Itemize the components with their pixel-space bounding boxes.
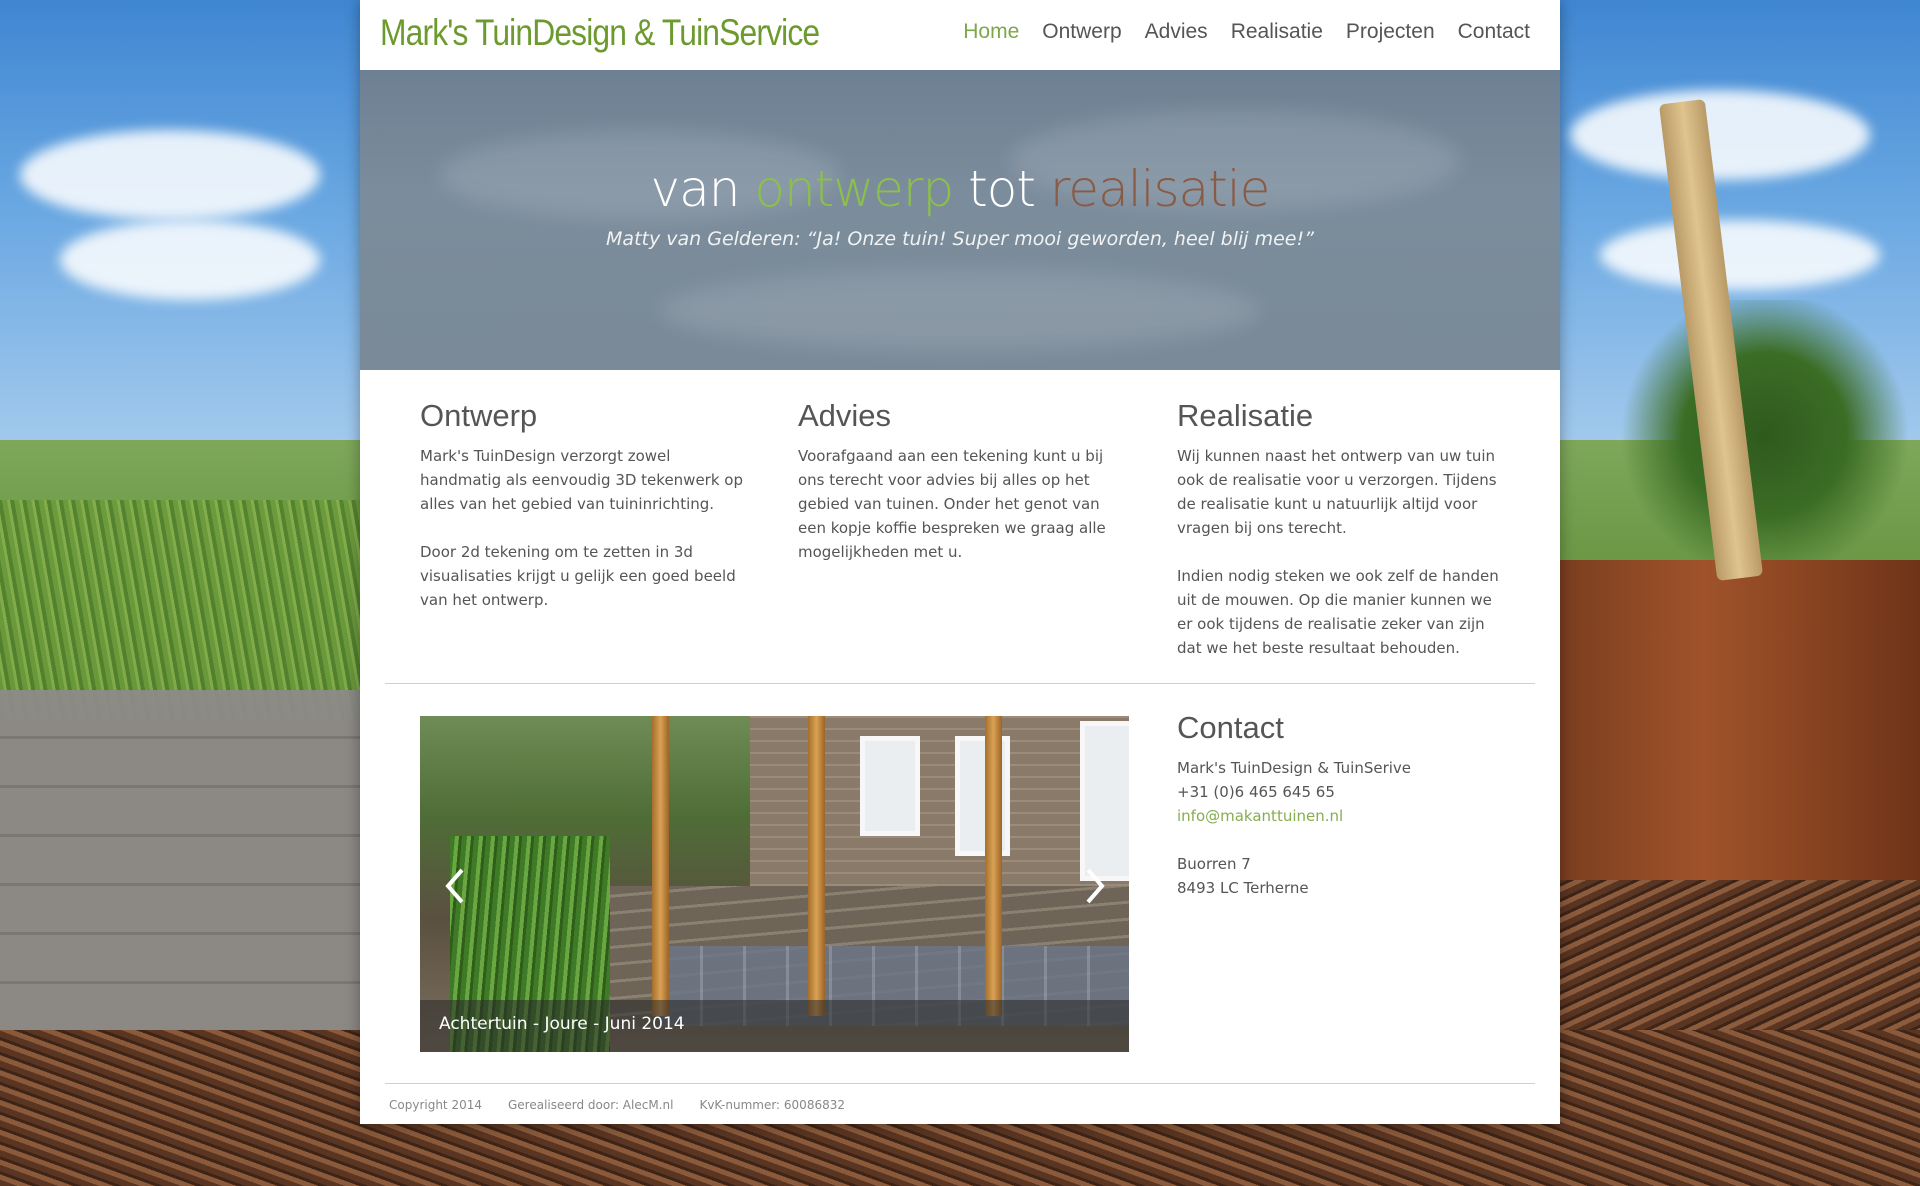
slide-image-post (808, 716, 825, 1016)
column-heading: Ontwerp (420, 398, 538, 433)
slide-image-post (652, 716, 669, 1016)
cloud (1570, 90, 1870, 180)
hero-quote: Matty van Gelderen: “Ja! Onze tuin! Supe… (606, 228, 1314, 250)
column-heading: Realisatie (1177, 398, 1314, 433)
contact-block: Contact Mark's TuinDesign & TuinSerive +… (1177, 710, 1507, 900)
header: Mark's TuinDesign & TuinService Home Ont… (360, 0, 1560, 70)
column-text: Wij kunnen naast het ontwerp van uw tuin… (1177, 447, 1497, 537)
footer-copyright: Copyright 2014 (389, 1098, 482, 1112)
column-text: Door 2d tekening om te zetten in 3d visu… (420, 543, 736, 609)
background-bush (1610, 300, 1920, 570)
main-nav: Home Ontwerp Advies Realisatie Projecten… (963, 20, 1530, 44)
background-mulch (1560, 880, 1920, 1040)
slide-image-window (860, 736, 920, 836)
footer-kvk: KvK-nummer: 60086832 (699, 1098, 845, 1112)
cloud (1600, 220, 1880, 290)
cloud (20, 130, 320, 220)
hero-banner: van ontwerp tot realisatie Matty van Gel… (360, 70, 1560, 370)
column-advies: Advies Voorafgaand aan een tekening kunt… (798, 398, 1128, 588)
hero-cloud (660, 270, 1260, 350)
footer-credit: Gerealiseerd door: AlecM.nl (508, 1098, 674, 1112)
page-container: Mark's TuinDesign & TuinService Home Ont… (360, 0, 1560, 1124)
slider-caption: Achtertuin - Joure - Juni 2014 (439, 1014, 685, 1034)
contact-city: 8493 LC Terherne (1177, 879, 1309, 897)
cloud (60, 220, 320, 300)
chevron-right-icon (1086, 868, 1105, 904)
slider-caption-bar: Achtertuin - Joure - Juni 2014 (420, 1000, 1129, 1052)
column-ontwerp: Ontwerp Mark's TuinDesign verzorgt zowel… (420, 398, 750, 636)
column-text: Voorafgaand aan een tekening kunt u bij … (798, 447, 1106, 561)
slide-image-post (985, 716, 1002, 1016)
nav-item-ontwerp[interactable]: Ontwerp (1042, 20, 1121, 44)
background-planter (1560, 560, 1920, 900)
contact-company: Mark's TuinDesign & TuinSerive (1177, 759, 1412, 777)
nav-item-projecten[interactable]: Projecten (1346, 20, 1435, 44)
footer: Copyright 2014 Gerealiseerd door: AlecM.… (389, 1098, 845, 1112)
contact-street: Buorren 7 (1177, 855, 1251, 873)
nav-item-home[interactable]: Home (963, 20, 1019, 44)
nav-item-contact[interactable]: Contact (1458, 20, 1530, 44)
chevron-left-icon (445, 868, 464, 904)
background-grass (0, 500, 380, 720)
nav-item-realisatie[interactable]: Realisatie (1231, 20, 1323, 44)
footer-divider (385, 1083, 1535, 1084)
slider-prev-button[interactable] (440, 866, 470, 906)
hero-title-word: realisatie (1049, 160, 1271, 218)
column-text: Indien nodig steken we ook zelf de hande… (1177, 567, 1499, 657)
section-divider (385, 683, 1535, 684)
nav-item-advies[interactable]: Advies (1145, 20, 1208, 44)
contact-email-link[interactable]: info@makanttuinen.nl (1177, 807, 1343, 825)
column-realisatie: Realisatie Wij kunnen naast het ontwerp … (1177, 398, 1507, 684)
contact-phone: +31 (0)6 465 645 65 (1177, 783, 1335, 801)
slide-image-window (1080, 721, 1129, 881)
slider-next-button[interactable] (1080, 866, 1110, 906)
slide-image-wall (750, 716, 1129, 896)
project-slider: Achtertuin - Joure - Juni 2014 (420, 716, 1129, 1052)
hero-title-word: ontwerp (754, 160, 954, 218)
hero-title-word: tot (968, 160, 1036, 218)
hero-title-word: van (650, 160, 741, 218)
column-text: Mark's TuinDesign verzorgt zowel handmat… (420, 447, 743, 513)
contact-heading: Contact (1177, 710, 1284, 745)
column-heading: Advies (798, 398, 892, 433)
site-logo[interactable]: Mark's TuinDesign & TuinService (380, 12, 820, 54)
hero-title: van ontwerp tot realisatie (360, 160, 1560, 218)
